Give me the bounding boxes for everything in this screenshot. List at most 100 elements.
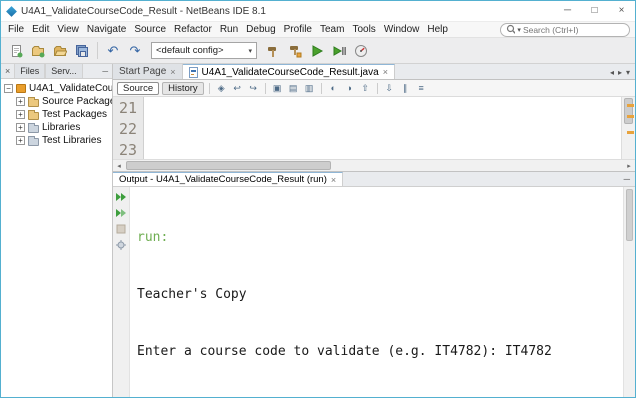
tab-close-icon[interactable]: × xyxy=(170,67,175,77)
quick-search-box[interactable]: ▾ xyxy=(500,22,630,37)
search-dropdown-icon[interactable]: ▾ xyxy=(517,26,521,34)
tab-start-page[interactable]: Start Page × xyxy=(113,64,183,79)
config-selector[interactable]: <default config> ▾ xyxy=(151,42,257,59)
scroll-left-icon[interactable]: ◂ xyxy=(113,162,125,170)
netbeans-window: U4A1_ValidateCourseCode_Result - NetBean… xyxy=(0,0,636,398)
editor-toolbar-separator xyxy=(208,82,210,94)
scrollbar-thumb[interactable] xyxy=(626,189,633,241)
tree-item-test-packages[interactable]: + Test Packages xyxy=(1,108,112,121)
tab-list-icon[interactable]: ▾ xyxy=(626,68,630,77)
menu-help[interactable]: Help xyxy=(423,24,452,35)
menu-profile[interactable]: Profile xyxy=(280,24,316,35)
minimize-button[interactable]: ─ xyxy=(554,1,581,21)
packages-folder-icon xyxy=(28,96,39,107)
output-panel: Output - U4A1_ValidateCourseCode_Result … xyxy=(113,171,635,397)
last-edit-position-icon[interactable]: ◈ xyxy=(215,83,228,94)
explorer-minimize-icon[interactable]: ─ xyxy=(102,67,112,76)
tree-item-libraries[interactable]: + Libraries xyxy=(1,121,112,134)
profile-project-icon[interactable] xyxy=(351,41,371,61)
find-selection-icon[interactable]: ▣ xyxy=(271,83,284,94)
tree-item-source-packages[interactable]: + Source Packages xyxy=(1,95,112,108)
undo-icon[interactable]: ↶ xyxy=(103,41,123,61)
save-all-icon[interactable] xyxy=(72,41,92,61)
search-input[interactable] xyxy=(522,24,624,35)
menu-source[interactable]: Source xyxy=(130,24,170,35)
clean-build-icon[interactable] xyxy=(285,41,305,61)
new-file-icon[interactable] xyxy=(6,41,26,61)
tab-files[interactable]: Files xyxy=(14,64,46,78)
open-project-icon[interactable] xyxy=(50,41,70,61)
tab-java-file[interactable]: U4A1_ValidateCourseCode_Result.java × xyxy=(182,64,395,79)
run-project-icon[interactable] xyxy=(307,41,327,61)
editor-vertical-scrollbar[interactable] xyxy=(621,97,635,159)
output-tab-label: Output - U4A1_ValidateCourseCode_Result … xyxy=(119,174,327,185)
explorer-close-icon[interactable]: × xyxy=(1,66,14,76)
output-console[interactable]: run: Teacher's Copy Enter a course code … xyxy=(130,187,623,397)
new-project-icon[interactable] xyxy=(28,41,48,61)
tab-close-icon[interactable]: × xyxy=(383,67,388,77)
output-minimize-icon[interactable]: ─ xyxy=(624,174,635,186)
toggle-bookmark-icon[interactable]: ⇧ xyxy=(359,83,372,94)
code-text[interactable]: System.out.println("Teacher's Copy"); xyxy=(144,97,621,159)
back-icon[interactable]: ↩ xyxy=(231,83,244,94)
menu-team[interactable]: Team xyxy=(316,24,348,35)
history-view-button[interactable]: History xyxy=(162,81,204,95)
ant-settings-icon[interactable] xyxy=(115,239,128,251)
menu-view[interactable]: View xyxy=(53,24,83,35)
tree-root-label: U4A1_ValidateCourseCode xyxy=(29,83,112,94)
forward-icon[interactable]: ↪ xyxy=(247,83,260,94)
expand-toggle-icon[interactable]: + xyxy=(16,123,25,132)
redo-icon[interactable]: ↷ xyxy=(125,41,145,61)
code-editor[interactable]: 21 22 23 System.out.println("Teacher's C… xyxy=(113,97,635,159)
editor-toolbar-separator xyxy=(320,82,322,94)
toggle-comment-icon[interactable]: ≡ xyxy=(415,83,428,93)
scrollbar-thumb[interactable] xyxy=(126,161,331,170)
close-button[interactable]: × xyxy=(608,1,635,21)
menu-run[interactable]: Run xyxy=(216,24,242,35)
scroll-tabs-left-icon[interactable]: ◂ xyxy=(610,68,614,77)
next-bookmark-icon[interactable]: ◑ xyxy=(343,83,356,93)
stop-build-icon[interactable] xyxy=(115,223,128,235)
tab-services[interactable]: Serv... xyxy=(45,64,83,78)
warning-mark[interactable] xyxy=(627,104,634,107)
expand-toggle-icon[interactable]: + xyxy=(16,136,25,145)
previous-bookmark-icon[interactable]: ◐ xyxy=(327,83,340,93)
editor-horizontal-scrollbar[interactable]: ◂ ▸ xyxy=(113,159,635,171)
tree-root-project[interactable]: − U4A1_ValidateCourseCode xyxy=(1,82,112,95)
tree-item-test-libraries[interactable]: + Test Libraries xyxy=(1,134,112,147)
collapse-toggle-icon[interactable]: − xyxy=(4,84,13,93)
config-selector-value: <default config> xyxy=(156,45,224,56)
output-tab[interactable]: Output - U4A1_ValidateCourseCode_Result … xyxy=(113,172,344,186)
libraries-folder-icon xyxy=(28,122,39,133)
scroll-tabs-right-icon[interactable]: ▸ xyxy=(618,68,622,77)
tree-item-label: Source Packages xyxy=(42,96,112,107)
tab-close-icon[interactable]: × xyxy=(331,175,336,185)
source-view-button[interactable]: Source xyxy=(117,81,160,95)
scroll-right-icon[interactable]: ▸ xyxy=(623,162,635,170)
expand-toggle-icon[interactable]: + xyxy=(16,110,25,119)
warning-mark[interactable] xyxy=(627,115,634,118)
menu-navigate[interactable]: Navigate xyxy=(83,24,130,35)
rerun-icon[interactable] xyxy=(115,191,128,203)
find-occurrences-icon[interactable]: ▤ xyxy=(287,83,300,94)
warning-mark[interactable] xyxy=(627,131,634,134)
expand-toggle-icon[interactable]: + xyxy=(16,97,25,106)
shift-line-right-icon[interactable]: ∥ xyxy=(399,83,412,94)
debug-project-icon[interactable] xyxy=(329,41,349,61)
menu-file[interactable]: File xyxy=(4,24,28,35)
tree-item-label: Test Libraries xyxy=(42,135,102,146)
menu-edit[interactable]: Edit xyxy=(28,24,53,35)
menu-debug[interactable]: Debug xyxy=(242,24,279,35)
menu-refactor[interactable]: Refactor xyxy=(170,24,216,35)
maximize-button[interactable]: □ xyxy=(581,1,608,21)
scrollbar-thumb[interactable] xyxy=(624,98,633,124)
netbeans-logo-icon xyxy=(6,5,17,17)
menu-window[interactable]: Window xyxy=(380,24,424,35)
menu-tools[interactable]: Tools xyxy=(348,24,379,35)
build-project-icon[interactable] xyxy=(263,41,283,61)
rerun-debug-icon[interactable] xyxy=(115,207,128,219)
output-vertical-scrollbar[interactable] xyxy=(623,187,635,397)
toggle-highlight-icon[interactable]: ▥ xyxy=(303,83,316,94)
window-title: U4A1_ValidateCourseCode_Result - NetBean… xyxy=(21,5,266,17)
shift-line-left-icon[interactable]: ⇩ xyxy=(383,83,396,94)
